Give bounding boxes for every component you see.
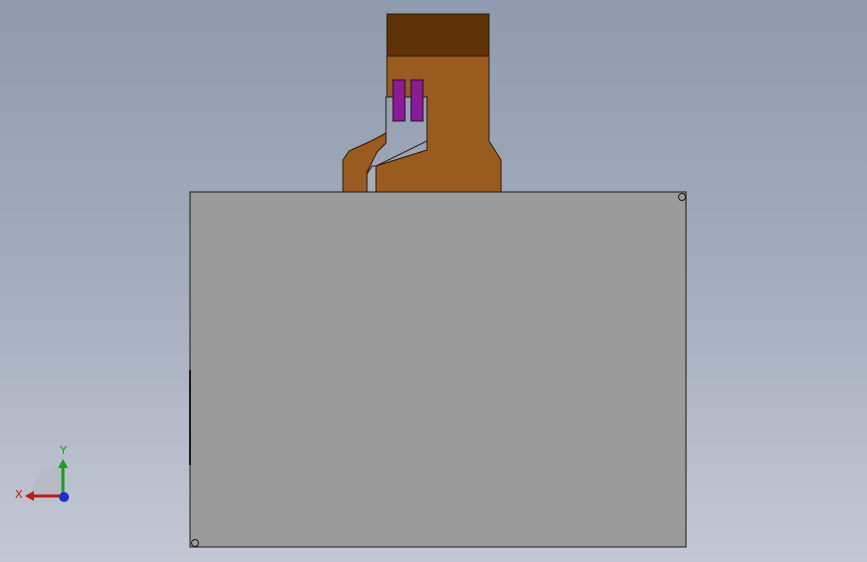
flex-component-1[interactable] <box>392 79 406 122</box>
graphics-viewport[interactable]: Y X <box>0 0 867 562</box>
flex-component-2[interactable] <box>410 79 424 122</box>
triad-plane-wedge <box>32 466 62 496</box>
mount-hole-bottom-left[interactable] <box>191 539 199 547</box>
y-axis-label: Y <box>59 444 67 457</box>
y-axis-arrow-icon <box>58 459 68 468</box>
display-panel[interactable] <box>189 191 687 548</box>
z-axis-dot-icon <box>59 492 69 502</box>
connector-stiffener[interactable] <box>386 13 490 57</box>
model-view[interactable] <box>0 0 867 562</box>
flex-cable[interactable] <box>342 13 502 193</box>
panel-body[interactable] <box>189 191 687 548</box>
mount-hole-top-right[interactable] <box>678 193 686 201</box>
x-axis-arrow-icon <box>25 491 34 501</box>
reference-triad: Y X <box>15 444 69 502</box>
x-axis-label: X <box>15 488 23 501</box>
